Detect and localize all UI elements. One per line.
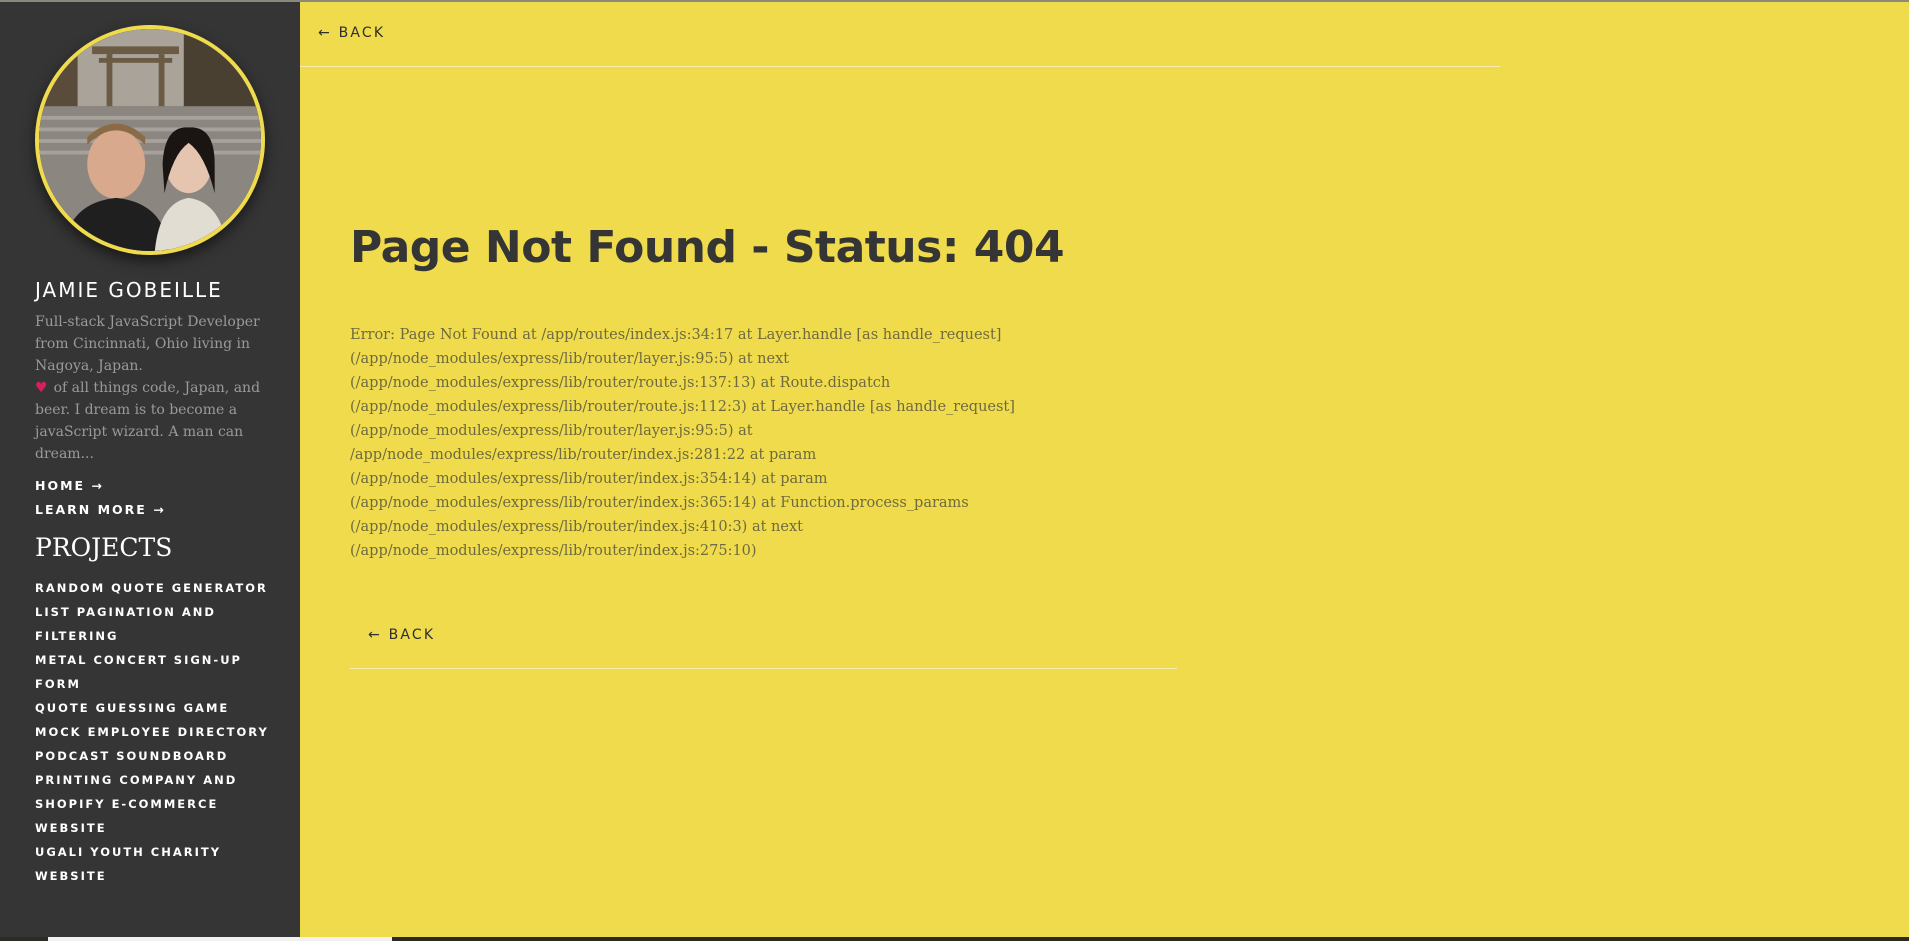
project-link-label: WEBSITE (35, 821, 107, 835)
project-link-label: MOCK EMPLOYEE DIRECTORY (35, 725, 269, 739)
learn-more-link[interactable]: LEARN MORE → (35, 502, 166, 517)
back-link-bottom[interactable]: ← BACK (368, 627, 435, 643)
project-link-label: WEBSITE (35, 869, 107, 883)
profile-photo (39, 29, 261, 251)
heart-icon: ♥ (35, 380, 48, 396)
stack-line: /app/node_modules/express/lib/router/ind… (350, 447, 817, 463)
stack-line: (/app/node_modules/express/lib/router/ro… (350, 399, 1015, 415)
project-link-label: FILTERING (35, 629, 119, 643)
bio-line: ♥ of all things code, Japan, and (35, 377, 270, 399)
bio-line: beer. I dream is to become a (35, 402, 238, 418)
stack-line: (/app/node_modules/express/lib/router/la… (350, 423, 753, 439)
project-link-list-pagination[interactable]: LIST PAGINATION AND FILTERING (35, 600, 275, 648)
divider (350, 668, 1177, 669)
top-border (0, 0, 1909, 2)
page-title: Page Not Found - Status: 404 (350, 222, 1065, 273)
sidebar: JAMIE GOBEILLE Full-stack JavaScript Dev… (0, 0, 300, 941)
project-link-label: QUOTE GUESSING GAME (35, 701, 230, 715)
project-link-label: PRINTING COMPANY AND (35, 773, 238, 787)
stack-line: Error: Page Not Found at /app/routes/ind… (350, 327, 1002, 343)
project-link-label: SHOPIFY E-COMMERCE (35, 797, 219, 811)
project-link-podcast-soundboard[interactable]: PODCAST SOUNDBOARD (35, 744, 275, 768)
stack-line: (/app/node_modules/express/lib/router/in… (350, 543, 757, 559)
bio-line-text: of all things code, Japan, and (53, 380, 261, 396)
stack-line: (/app/node_modules/express/lib/router/in… (350, 495, 969, 511)
bottom-strip (0, 937, 1909, 941)
project-link-label: METAL CONCERT SIGN-UP (35, 653, 242, 667)
bottom-strip-highlight (48, 937, 392, 941)
home-link[interactable]: HOME → (35, 478, 104, 493)
avatar (35, 25, 265, 255)
bio-line: dream... (35, 446, 94, 462)
bio-line: Nagoya, Japan. (35, 358, 143, 374)
profile-name: JAMIE GOBEILLE (35, 278, 223, 302)
project-link-label: RANDOM QUOTE GENERATOR (35, 581, 268, 595)
project-link-label: UGALI YOUTH CHARITY (35, 845, 222, 859)
back-link-top[interactable]: ← BACK (318, 25, 385, 41)
stack-line: (/app/node_modules/express/lib/router/in… (350, 471, 828, 487)
bio-line: javaScript wizard. A man can (35, 424, 244, 440)
project-link-label: PODCAST SOUNDBOARD (35, 749, 229, 763)
project-link-ugali-youth-charity[interactable]: UGALI YOUTH CHARITY WEBSITE (35, 840, 275, 888)
projects-heading: PROJECTS (35, 533, 173, 562)
bio-line: from Cincinnati, Ohio living in (35, 336, 251, 352)
project-link-random-quote-generator[interactable]: RANDOM QUOTE GENERATOR (35, 576, 275, 600)
stack-line: (/app/node_modules/express/lib/router/in… (350, 519, 803, 535)
stack-line: (/app/node_modules/express/lib/router/la… (350, 351, 790, 367)
stack-line: (/app/node_modules/express/lib/router/ro… (350, 375, 891, 391)
project-link-printing-company[interactable]: PRINTING COMPANY AND SHOPIFY E-COMMERCE … (35, 768, 275, 840)
project-link-metal-concert-form[interactable]: METAL CONCERT SIGN-UP FORM (35, 648, 275, 696)
project-link-quote-guessing-game[interactable]: QUOTE GUESSING GAME (35, 696, 275, 720)
bio-line: Full-stack JavaScript Developer (35, 314, 260, 330)
profile-bio: Full-stack JavaScript Developer from Cin… (35, 311, 270, 465)
error-stack-trace: Error: Page Not Found at /app/routes/ind… (350, 323, 1150, 563)
project-link-employee-directory[interactable]: MOCK EMPLOYEE DIRECTORY (35, 720, 275, 744)
project-link-label: LIST PAGINATION AND (35, 605, 216, 619)
divider (300, 66, 1500, 67)
project-link-label: FORM (35, 677, 81, 691)
